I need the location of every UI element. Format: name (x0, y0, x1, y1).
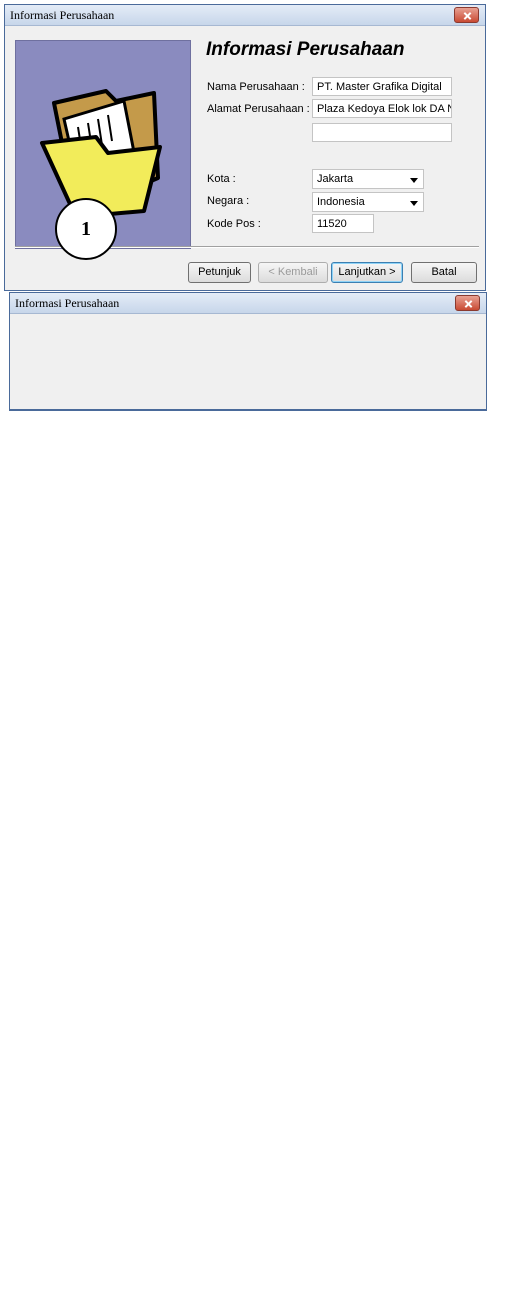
lanjutkan-button[interactable]: Lanjutkan > (331, 262, 403, 283)
kembali-button[interactable]: < Kembali (258, 262, 328, 283)
batal-button[interactable]: Batal (411, 262, 477, 283)
close-button[interactable] (455, 295, 480, 311)
kota-select[interactable]: Jakarta (312, 169, 424, 189)
chevron-down-icon (410, 201, 418, 206)
title-bar: Informasi Perusahaan (10, 293, 486, 314)
label-negara: Negara : (207, 195, 250, 207)
label-kota: Kota : (207, 173, 236, 185)
negara-value: Indonesia (317, 196, 365, 208)
nama-perusahaan-input[interactable]: PT. Master Grafika Digital (312, 77, 452, 96)
step-number-badge: 1 (55, 198, 117, 260)
alamat-perusahaan-input[interactable]: Plaza Kedoya Elok lok DA No. 16 (312, 99, 452, 118)
window-title: Informasi Perusahaan (10, 8, 115, 22)
label-nama-perusahaan: Nama Perusahaan : (207, 81, 305, 93)
chevron-down-icon (410, 178, 418, 183)
alamat-perusahaan-input-2[interactable] (312, 123, 452, 142)
title-bar: Informasi Perusahaan (5, 5, 485, 26)
kode-pos-input[interactable]: 11520 (312, 214, 374, 233)
petunjuk-button[interactable]: Petunjuk (188, 262, 251, 283)
close-button[interactable] (454, 7, 479, 23)
dialog-periode-akutansi-real-pane: Informasi Perusahaan (9, 292, 487, 410)
label-kode-pos: Kode Pos : (207, 218, 261, 230)
negara-select[interactable]: Indonesia (312, 192, 424, 212)
kota-value: Jakarta (317, 173, 354, 185)
window-title: Informasi Perusahaan (15, 296, 120, 310)
label-alamat-perusahaan: Alamat Perusahaan : (207, 103, 310, 115)
page-heading: Informasi Perusahaan (206, 39, 405, 60)
